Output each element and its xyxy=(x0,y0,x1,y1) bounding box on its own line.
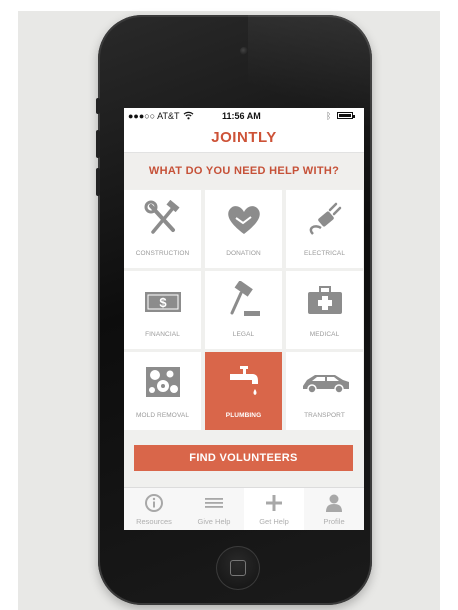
tab-bar: Resources Give Help Get Help Profile xyxy=(124,487,364,530)
tab-give-help[interactable]: Give Help xyxy=(184,488,244,530)
mute-switch xyxy=(96,98,100,114)
category-electrical[interactable]: ELECTRICAL xyxy=(286,190,363,268)
category-label: PLUMBING xyxy=(225,412,262,419)
volume-up-button xyxy=(96,130,100,158)
first-aid-kit-icon xyxy=(308,286,342,314)
category-label: MEDICAL xyxy=(309,331,340,338)
tab-profile[interactable]: Profile xyxy=(304,488,364,530)
category-medical[interactable]: MEDICAL xyxy=(286,271,363,349)
category-label: MOLD REMOVAL xyxy=(135,412,190,419)
category-label: DONATION xyxy=(226,250,261,257)
tab-label: Get Help xyxy=(259,517,289,526)
home-square-icon xyxy=(230,560,246,576)
carrier-signal: ●●●○○ AT&T xyxy=(128,111,180,121)
category-label: LEGAL xyxy=(232,331,255,338)
plug-icon xyxy=(309,202,342,235)
plus-icon xyxy=(266,495,282,511)
bluetooth-icon: ᛒ xyxy=(326,111,332,121)
volume-down-button xyxy=(96,168,100,196)
info-icon xyxy=(145,494,163,512)
app-screen: ●●●○○ AT&T 11:56 AM ᛒ JOINTLY WHAT DO YO… xyxy=(124,108,364,530)
car-icon xyxy=(303,375,349,394)
tab-label: Profile xyxy=(323,517,345,526)
category-label: FINANCIAL xyxy=(145,331,180,338)
person-icon xyxy=(326,494,342,512)
category-financial[interactable]: $ FINANCIAL xyxy=(124,271,201,349)
category-transport[interactable]: TRANSPORT xyxy=(286,352,363,430)
category-label: ELECTRICAL xyxy=(303,250,346,257)
category-construction[interactable]: CONSTRUCTION xyxy=(124,190,201,268)
battery-icon xyxy=(337,112,355,119)
category-mold-removal[interactable]: MOLD REMOVAL xyxy=(124,352,201,430)
heart-handshake-icon xyxy=(228,206,260,234)
front-camera xyxy=(240,47,248,55)
app-logo: JOINTLY xyxy=(211,129,277,146)
tools-icon xyxy=(144,200,180,234)
category-plumbing[interactable]: PLUMBING xyxy=(205,352,282,430)
tab-label: Give Help xyxy=(197,517,231,526)
category-label: CONSTRUCTION xyxy=(135,250,190,257)
category-label: TRANSPORT xyxy=(304,412,345,419)
mold-icon xyxy=(146,367,180,397)
category-donation[interactable]: DONATION xyxy=(205,190,282,268)
status-bar: ●●●○○ AT&T 11:56 AM ᛒ xyxy=(124,108,364,124)
dollar-bill-icon: $ xyxy=(145,292,181,312)
tab-resources[interactable]: Resources xyxy=(124,488,184,530)
list-icon xyxy=(205,498,223,508)
svg-text:$: $ xyxy=(159,295,167,310)
category-legal[interactable]: LEGAL xyxy=(205,271,282,349)
tab-get-help[interactable]: Get Help xyxy=(244,488,304,530)
tab-label: Resources xyxy=(136,517,172,526)
find-volunteers-button[interactable]: FIND VOLUNTEERS xyxy=(134,445,353,471)
app-header: JOINTLY xyxy=(124,124,364,153)
clock: 11:56 AM xyxy=(222,111,261,121)
faucet-icon xyxy=(230,366,258,395)
gavel-icon xyxy=(230,281,260,316)
home-button[interactable] xyxy=(216,546,260,590)
wifi-icon xyxy=(183,111,194,120)
page-title: WHAT DO YOU NEED HELP WITH? xyxy=(124,153,364,189)
